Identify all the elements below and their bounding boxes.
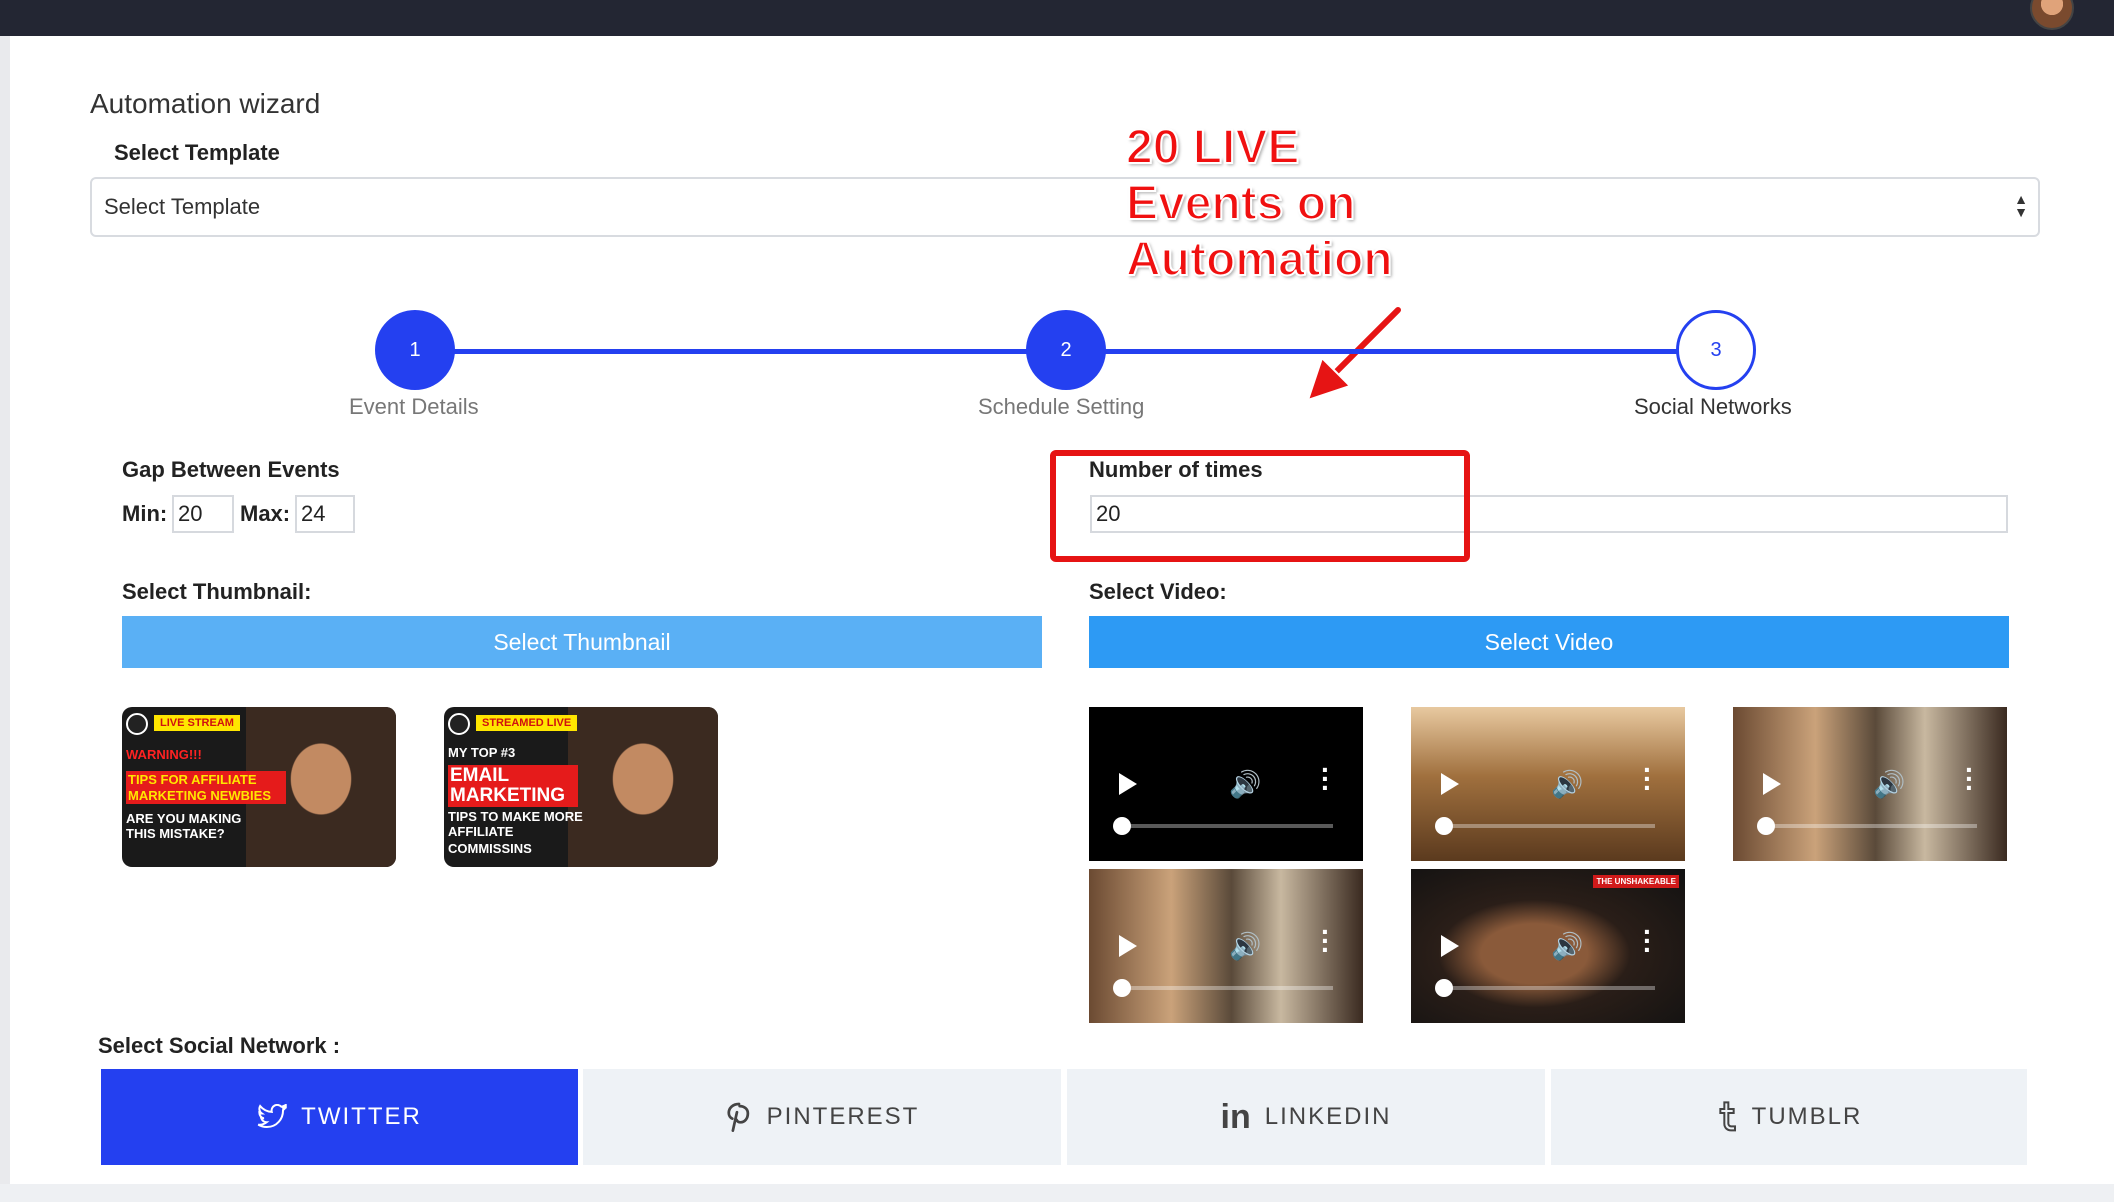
select-template-label: Select Template bbox=[114, 140, 280, 165]
thumbnail-label: Select Thumbnail: bbox=[122, 579, 312, 604]
thumbnail-card-2[interactable]: Streamed Live My Top #3 Email Marketing … bbox=[444, 707, 718, 867]
seek-bar[interactable] bbox=[1765, 824, 1977, 828]
min-label: Min: bbox=[122, 501, 168, 526]
more-options-icon[interactable]: · · · bbox=[1965, 756, 1974, 802]
seek-handle[interactable] bbox=[1435, 979, 1453, 997]
video-player-3[interactable]: 🔊 · · · bbox=[1733, 707, 2007, 861]
thumbnail-text: Tips for affiliate bbox=[126, 771, 286, 788]
thumbnail-text: marketing newbies bbox=[126, 787, 286, 804]
annotation-highlight-box bbox=[1050, 450, 1470, 562]
thumbnail-card-1[interactable]: Live Stream Warning!!! Tips for affiliat… bbox=[122, 707, 396, 867]
volume-icon[interactable]: 🔊 bbox=[1229, 931, 1261, 962]
bottom-edge bbox=[0, 1184, 2114, 1202]
step-3-label: Social Networks bbox=[1634, 394, 1792, 419]
tab-twitter-label: TWITTER bbox=[301, 1103, 422, 1130]
tab-linkedin-label: LINKEDIN bbox=[1264, 1103, 1392, 1130]
left-rail bbox=[0, 36, 10, 1202]
thumbnail-text: My Top #3 bbox=[448, 745, 516, 760]
annotation-line-3: Automation bbox=[1125, 232, 1394, 287]
more-options-icon[interactable]: · · · bbox=[1321, 918, 1330, 964]
linkedin-icon: in bbox=[1220, 1097, 1251, 1136]
thumbnail-text: commissins bbox=[448, 841, 532, 856]
seek-bar[interactable] bbox=[1121, 986, 1333, 990]
volume-icon[interactable]: 🔊 bbox=[1229, 769, 1261, 800]
annotation-line-1: 20 LIVE bbox=[1125, 120, 1300, 175]
tab-tumblr-label: TUMBLR bbox=[1751, 1103, 1863, 1130]
seek-bar[interactable] bbox=[1121, 824, 1333, 828]
social-network-label: Select Social Network : bbox=[98, 1033, 341, 1058]
volume-icon[interactable]: 🔊 bbox=[1551, 769, 1583, 800]
select-video-button[interactable]: Select Video bbox=[1089, 616, 2009, 668]
thumbnail-text: Tips to make more affiliate bbox=[448, 809, 583, 839]
video-player-1[interactable]: 🔊 · · · bbox=[1089, 707, 1363, 861]
channel-logo-icon bbox=[126, 713, 148, 735]
seek-handle[interactable] bbox=[1113, 817, 1131, 835]
seek-handle[interactable] bbox=[1435, 817, 1453, 835]
more-options-icon[interactable]: · · · bbox=[1643, 918, 1652, 964]
seek-handle[interactable] bbox=[1757, 817, 1775, 835]
social-network-tabs: TWITTER PINTEREST in LINKEDIN TUMBLR bbox=[101, 1069, 2027, 1165]
more-options-icon[interactable]: · · · bbox=[1643, 756, 1652, 802]
top-navbar bbox=[0, 0, 2114, 36]
seek-handle[interactable] bbox=[1113, 979, 1131, 997]
play-icon[interactable] bbox=[1119, 773, 1137, 795]
video-badge: THE UNSHAKEABLE bbox=[1593, 875, 1679, 888]
gap-label: Gap Between Events bbox=[122, 457, 340, 482]
annotation-line-2: Events on bbox=[1125, 176, 1356, 231]
select-arrows-icon: ▲ ▼ bbox=[2014, 191, 2028, 220]
step-3-circle[interactable]: 3 bbox=[1676, 310, 1756, 390]
play-icon[interactable] bbox=[1441, 773, 1459, 795]
thumbnail-text: Email bbox=[448, 765, 578, 787]
annotation-arrow-icon bbox=[1306, 304, 1404, 402]
video-player-2[interactable]: 🔊 · · · bbox=[1411, 707, 1685, 861]
video-label: Select Video: bbox=[1089, 579, 1227, 604]
tab-tumblr[interactable]: TUMBLR bbox=[1551, 1069, 2027, 1165]
template-select-value: Select Template bbox=[104, 194, 261, 219]
video-player-5[interactable]: THE UNSHAKEABLE 🔊 · · · bbox=[1411, 869, 1685, 1023]
page-title: Automation wizard bbox=[90, 88, 321, 119]
user-avatar[interactable] bbox=[2030, 0, 2074, 30]
more-options-icon[interactable]: · · · bbox=[1321, 756, 1330, 802]
tab-linkedin[interactable]: in LINKEDIN bbox=[1067, 1069, 1545, 1165]
play-icon[interactable] bbox=[1763, 773, 1781, 795]
template-select[interactable]: Select Template ▲ ▼ bbox=[90, 177, 2040, 237]
thumbnail-text: Marketing bbox=[448, 785, 578, 807]
thumbnail-text: Warning!!! bbox=[126, 747, 202, 762]
tumblr-icon bbox=[1716, 1101, 1738, 1133]
step-2-circle[interactable]: 2 bbox=[1026, 310, 1106, 390]
seek-bar[interactable] bbox=[1443, 986, 1655, 990]
play-icon[interactable] bbox=[1441, 935, 1459, 957]
gap-max-input[interactable]: 24 bbox=[295, 495, 355, 533]
select-thumbnail-button[interactable]: Select Thumbnail bbox=[122, 616, 1042, 668]
volume-icon[interactable]: 🔊 bbox=[1551, 931, 1583, 962]
step-1-label: Event Details bbox=[349, 394, 479, 419]
video-player-4[interactable]: 🔊 · · · bbox=[1089, 869, 1363, 1023]
tab-twitter[interactable]: TWITTER bbox=[101, 1069, 578, 1165]
thumbnail-text: this mistake? bbox=[126, 826, 225, 841]
pinterest-icon bbox=[725, 1102, 753, 1132]
seek-bar[interactable] bbox=[1443, 824, 1655, 828]
play-icon[interactable] bbox=[1119, 935, 1137, 957]
step-2-label: Schedule Setting bbox=[978, 394, 1145, 419]
max-label: Max: bbox=[240, 501, 291, 526]
twitter-icon bbox=[257, 1104, 287, 1130]
tab-pinterest[interactable]: PINTEREST bbox=[583, 1069, 1061, 1165]
channel-logo-icon bbox=[448, 713, 470, 735]
thumbnail-tag: Streamed Live bbox=[476, 715, 578, 731]
volume-icon[interactable]: 🔊 bbox=[1873, 769, 1905, 800]
step-1-circle[interactable]: 1 bbox=[375, 310, 455, 390]
thumbnail-text: Are you making bbox=[126, 811, 242, 826]
tab-pinterest-label: PINTEREST bbox=[766, 1103, 920, 1130]
annotation-callout: 20 LIVE Events on Automation bbox=[1125, 120, 1394, 288]
gap-min-input[interactable]: 20 bbox=[172, 495, 234, 533]
thumbnail-tag: Live Stream bbox=[154, 715, 240, 731]
